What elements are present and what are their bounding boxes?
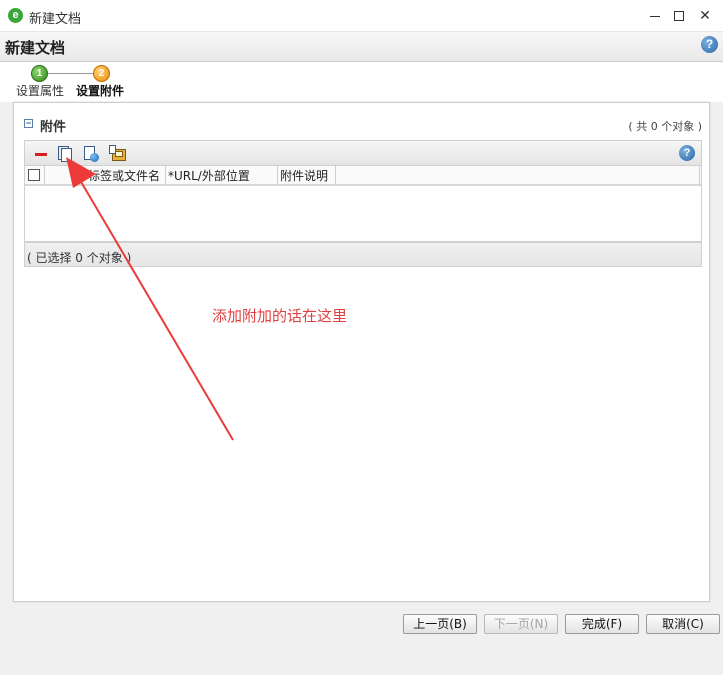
selection-status-bar: ( 已选择 0 个对象 ): [24, 242, 702, 267]
content-area: − 附件 ( 共 0 个对象 ) ? *标签或文件名 *URL/外部位置 附件说…: [0, 102, 723, 675]
column-header-url[interactable]: *URL/外部位置: [166, 166, 278, 186]
next-button: 下一页(N): [484, 614, 558, 634]
cancel-button[interactable]: 取消(C): [646, 614, 720, 634]
column-header-label[interactable]: *标签或文件名: [80, 166, 166, 186]
section-title: 附件: [40, 120, 67, 135]
minimize-button[interactable]: [645, 6, 665, 26]
paste-attachment-button[interactable]: [109, 145, 127, 163]
step-1-indicator[interactable]: 1: [31, 65, 48, 82]
selection-count: ( 已选择 0 个对象 ): [27, 251, 132, 265]
total-count: ( 共 0 个对象 ): [628, 120, 702, 133]
attachments-section-header: − 附件 ( 共 0 个对象 ): [24, 113, 702, 137]
remove-icon: [35, 153, 47, 156]
table-header: *标签或文件名 *URL/外部位置 附件说明: [25, 166, 701, 186]
window-title: 新建文档: [29, 12, 82, 27]
help-icon[interactable]: ?: [701, 36, 718, 53]
close-icon: ✕: [699, 8, 711, 24]
step-1-label[interactable]: 设置属性: [16, 82, 64, 99]
maximize-button[interactable]: [669, 6, 689, 26]
minimize-icon: [650, 16, 660, 17]
column-header-description[interactable]: 附件说明: [278, 166, 336, 186]
window-titlebar: e 新建文档 ✕: [0, 0, 723, 32]
toolbar-help-icon[interactable]: ?: [679, 145, 695, 161]
finish-button[interactable]: 完成(F): [565, 614, 639, 634]
select-all-checkbox[interactable]: [28, 169, 40, 181]
app-logo-icon: e: [8, 8, 23, 23]
select-all-column: [25, 166, 45, 186]
step-2-indicator[interactable]: 2: [93, 65, 110, 82]
step-connector: [48, 73, 93, 74]
remove-attachment-button[interactable]: [33, 145, 51, 163]
previous-button[interactable]: 上一页(B): [403, 614, 477, 634]
maximize-icon: [674, 11, 684, 21]
column-header-blank: [45, 166, 80, 186]
wizard-steps: 1 2 设置属性 设置附件: [0, 62, 723, 102]
collapse-icon[interactable]: −: [24, 119, 33, 128]
page-header: 新建文档 ?: [0, 32, 723, 62]
step-2-label: 设置附件: [76, 84, 125, 98]
add-file-button[interactable]: [57, 145, 75, 163]
attachments-table: *标签或文件名 *URL/外部位置 附件说明: [24, 166, 702, 242]
attachments-panel: − 附件 ( 共 0 个对象 ) ? *标签或文件名 *URL/外部位置 附件说…: [13, 102, 710, 602]
annotation-text: 添加附加的话在这里: [212, 307, 348, 325]
column-header-filler: [336, 166, 700, 186]
add-url-button[interactable]: [83, 145, 101, 163]
close-button[interactable]: ✕: [695, 6, 715, 26]
attachments-toolbar: ?: [24, 140, 702, 166]
page-title: 新建文档: [5, 39, 66, 57]
